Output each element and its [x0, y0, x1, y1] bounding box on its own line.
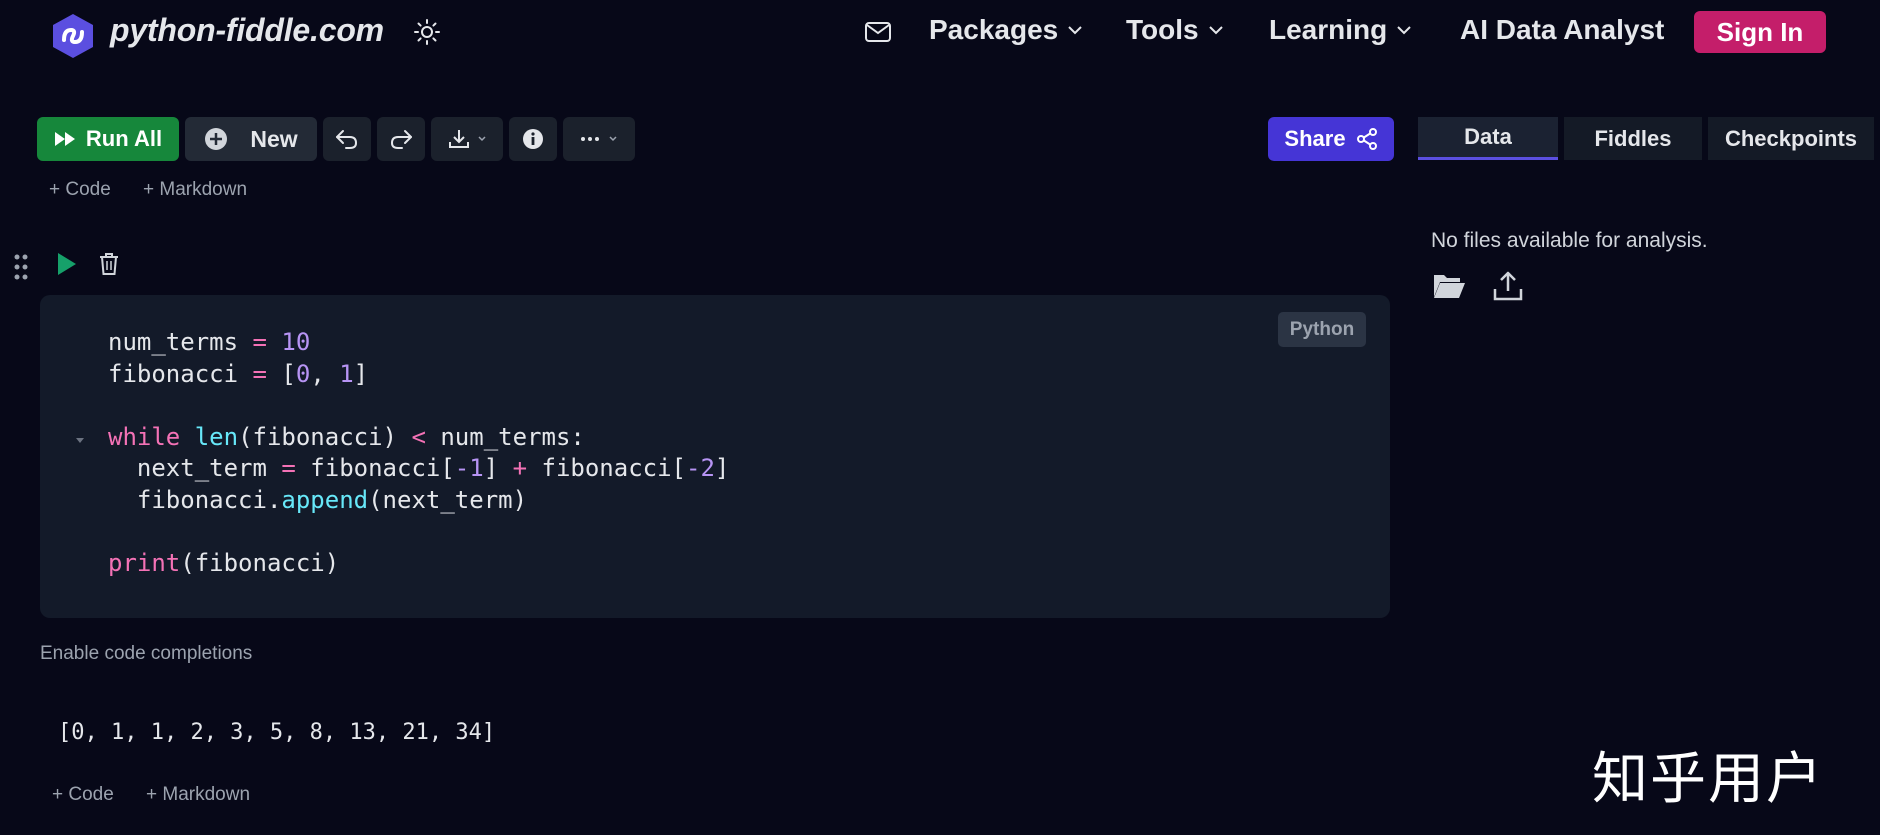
- brand-name[interactable]: python-fiddle.com: [110, 12, 384, 49]
- fold-arrow-icon[interactable]: [74, 436, 86, 446]
- code-editor[interactable]: num_terms = 10 fibonacci = [0, 1] while l…: [108, 327, 729, 579]
- cell-output: [0, 1, 1, 2, 3, 5, 8, 13, 21, 34]: [58, 720, 496, 745]
- tab-checkpoints[interactable]: Checkpoints: [1708, 117, 1874, 160]
- tab-fiddles[interactable]: Fiddles: [1564, 117, 1702, 160]
- code-line-5: next_term = fibonacci[-1] + fibonacci[-2…: [108, 454, 730, 482]
- run-all-label: Run All: [85, 126, 163, 151]
- trash-icon[interactable]: [98, 251, 120, 277]
- chevron-down-icon: [609, 136, 617, 142]
- chevron-down-icon: [1208, 26, 1223, 35]
- add-code-button[interactable]: + Code: [49, 179, 111, 201]
- share-label: Share: [1284, 126, 1346, 151]
- code-line-8: print(fibonacci): [108, 548, 340, 577]
- run-cell-icon[interactable]: [55, 251, 79, 277]
- chevron-down-icon: [478, 136, 486, 142]
- plus-circle-icon: [205, 128, 228, 150]
- sign-in-button[interactable]: Sign In: [1694, 11, 1826, 53]
- theme-toggle-icon[interactable]: [413, 18, 441, 46]
- enable-completions-link[interactable]: Enable code completions: [40, 643, 252, 665]
- code-line-2: fibonacci = [0, 1]: [108, 359, 369, 388]
- chevron-down-icon: [1068, 26, 1082, 35]
- nav-ai-data-analyst[interactable]: AI Data Analyst: [1460, 14, 1664, 46]
- info-button[interactable]: [509, 117, 557, 161]
- new-button[interactable]: New: [185, 117, 317, 161]
- code-line-1: num_terms = 10: [108, 328, 311, 356]
- fast-forward-icon: [54, 132, 75, 146]
- folder-open-icon[interactable]: [1432, 271, 1466, 301]
- nav-learning[interactable]: Learning: [1269, 14, 1413, 46]
- undo-button[interactable]: [323, 117, 371, 161]
- more-icon: [581, 137, 599, 141]
- upload-icon[interactable]: [1492, 270, 1524, 302]
- watermark-text: 知乎用户: [1592, 747, 1824, 812]
- share-button[interactable]: Share: [1268, 117, 1394, 161]
- code-line-4: while len(fibonacci) < num_terms:: [108, 422, 585, 451]
- chevron-down-icon: [1397, 26, 1411, 35]
- mail-icon[interactable]: [864, 20, 892, 44]
- share-icon: [1356, 128, 1377, 150]
- more-options-button[interactable]: [563, 117, 635, 161]
- code-line-6: fibonacci.append(next_term): [108, 485, 528, 514]
- info-icon: [523, 129, 543, 149]
- undo-icon: [336, 130, 358, 149]
- nav-packages[interactable]: Packages: [929, 14, 1084, 46]
- nav-learning-label: Learning: [1269, 14, 1388, 45]
- run-all-button[interactable]: Run All: [37, 117, 179, 161]
- redo-icon: [390, 130, 412, 149]
- download-icon: [449, 130, 469, 148]
- download-menu-button[interactable]: [431, 117, 503, 161]
- add-markdown-button-bottom[interactable]: + Markdown: [146, 784, 250, 806]
- drag-handle-icon[interactable]: [13, 253, 29, 281]
- empty-files-message: No files available for analysis.: [1431, 229, 1708, 252]
- new-label: New: [250, 125, 298, 152]
- nav-tools[interactable]: Tools: [1126, 14, 1225, 46]
- tab-data[interactable]: Data: [1418, 117, 1558, 160]
- nav-packages-label: Packages: [929, 14, 1059, 45]
- redo-button[interactable]: [377, 117, 425, 161]
- logo-icon[interactable]: [50, 13, 96, 59]
- nav-tools-label: Tools: [1126, 14, 1199, 45]
- language-badge: Python: [1278, 312, 1366, 347]
- add-markdown-button[interactable]: + Markdown: [143, 179, 247, 201]
- add-code-button-bottom[interactable]: + Code: [52, 784, 114, 806]
